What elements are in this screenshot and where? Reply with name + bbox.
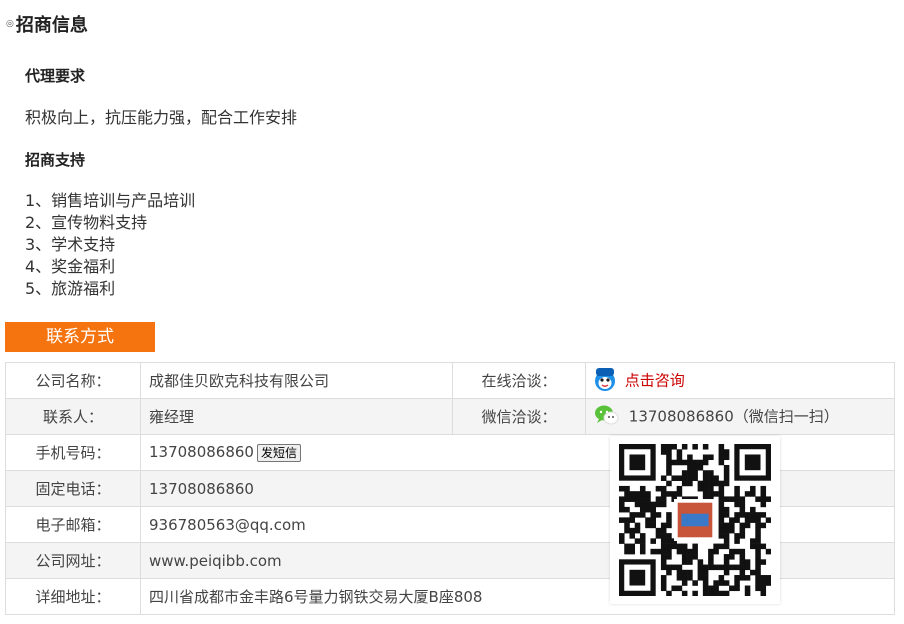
email-label: 电子邮箱： (5, 506, 141, 543)
support-list: 1、销售培训与产品培训 2、宣传物料支持 3、学术支持 4、奖金福利 5、旅游福… (25, 190, 885, 300)
website-value: www.peiqibb.com (140, 542, 895, 579)
qr-code-popup (610, 436, 780, 604)
mobile-value: 13708086860 (149, 443, 254, 462)
circle-bullet-icon: ◎ (6, 18, 14, 29)
wechat-value: 13708086860（微信扫一扫） (628, 407, 839, 425)
list-item: 2、宣传物料支持 (25, 213, 148, 232)
wechat-label: 微信洽谈： (452, 398, 586, 435)
mobile-label: 手机号码： (5, 434, 141, 471)
qr-code-icon (619, 444, 771, 596)
support-heading: 招商支持 (25, 151, 86, 169)
phone-label: 固定电话： (5, 470, 141, 507)
mobile-cell: 13708086860 发短信 (140, 434, 895, 471)
company-value: 成都佳贝欧克科技有限公司 (140, 362, 453, 399)
table-row: 联系人： 雍经理 微信洽谈： 13708086860（微信扫一扫） (5, 398, 895, 435)
company-label: 公司名称： (5, 362, 141, 399)
address-label: 详细地址： (5, 578, 141, 615)
website-label: 公司网址： (5, 542, 141, 579)
address-value: 四川省成都市金丰路6号量力钢铁交易大厦B座808 (140, 578, 895, 615)
consult-link[interactable]: 点击咨询 (625, 371, 685, 389)
table-row: 公司名称： 成都佳贝欧克科技有限公司 在线洽谈： 点击咨询 (5, 362, 895, 399)
requirements-heading: 代理要求 (25, 67, 86, 85)
qq-penguin-icon[interactable] (594, 366, 616, 396)
list-item: 1、销售培训与产品培训 (25, 191, 196, 210)
email-value: 936780563@qq.com (140, 506, 895, 543)
online-cell: 点击咨询 (585, 362, 895, 399)
list-item: 5、旅游福利 (25, 279, 116, 298)
phone-value: 13708086860 (140, 470, 895, 507)
online-label: 在线洽谈： (452, 362, 586, 399)
agency-content: 代理要求 积极向上，抗压能力强，配合工作安排 招商支持 1、销售培训与产品培训 … (25, 64, 885, 300)
section-title: 招商信息 (15, 15, 88, 36)
sms-button[interactable]: 发短信 (256, 443, 301, 462)
person-value: 雍经理 (140, 398, 453, 435)
list-item: 4、奖金福利 (25, 257, 116, 276)
person-label: 联系人： (5, 398, 141, 435)
requirements-text: 积极向上，抗压能力强，配合工作安排 (25, 108, 298, 127)
wechat-cell: 13708086860（微信扫一扫） (585, 398, 895, 435)
list-item: 3、学术支持 (25, 235, 116, 254)
wechat-icon[interactable] (594, 404, 620, 430)
section-header: ◎ 招商信息 (6, 10, 88, 38)
contact-heading: 联系方式 (5, 322, 155, 352)
